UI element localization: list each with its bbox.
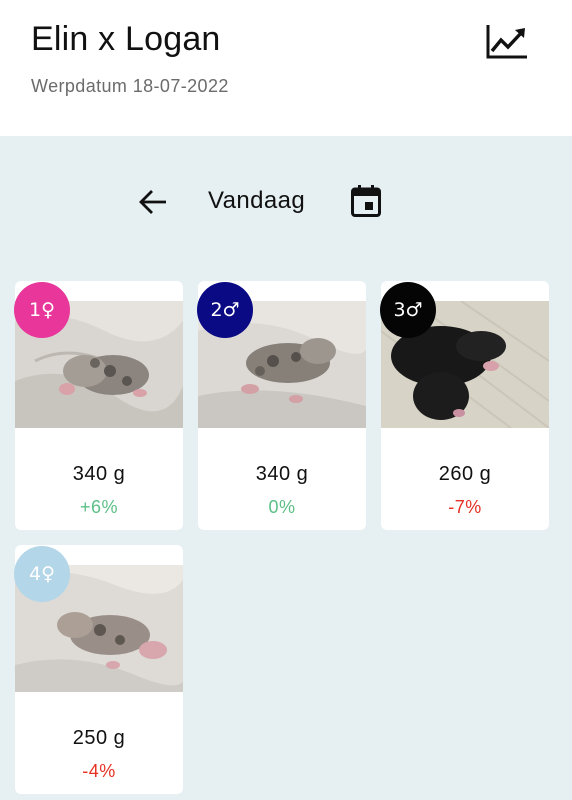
header: Elin x Logan Werpdatum 18-07-2022 bbox=[0, 0, 572, 136]
weight-change: -4% bbox=[82, 761, 116, 781]
calendar-button[interactable] bbox=[348, 182, 384, 220]
date-navigator: Vandaag bbox=[0, 176, 572, 226]
chart-button[interactable] bbox=[484, 22, 530, 62]
page-title: Elin x Logan bbox=[31, 20, 221, 58]
puppy-number-badge: 2♂ bbox=[197, 282, 253, 338]
puppy-number-badge: 3♂ bbox=[380, 282, 436, 338]
puppy-number-badge: 4♀ bbox=[14, 546, 70, 602]
previous-day-button[interactable] bbox=[136, 185, 170, 219]
puppy-weight: 340 g bbox=[72, 463, 126, 485]
litter-date: Werpdatum 18-07-2022 bbox=[31, 76, 229, 96]
weight-change: 0% bbox=[268, 497, 296, 517]
date-label: Vandaag bbox=[208, 187, 306, 214]
puppy-weight: 260 g bbox=[438, 463, 492, 485]
calendar-icon bbox=[351, 185, 381, 217]
puppy-card-3[interactable]: 3♂ 260 g -7% bbox=[380, 281, 549, 530]
weight-change: +6% bbox=[79, 497, 119, 517]
puppy-card-4[interactable]: 4♀ 250 g -4% bbox=[14, 545, 183, 794]
chart-line-icon bbox=[486, 25, 527, 59]
puppy-card-2[interactable]: 2♂ 340 g 0% bbox=[197, 281, 366, 530]
puppy-number-badge: 1♀ bbox=[14, 282, 70, 338]
puppy-weight: 340 g bbox=[255, 463, 309, 485]
arrow-left-icon bbox=[139, 190, 166, 214]
puppy-card-1[interactable]: 1♀ 340 g +6% bbox=[14, 281, 183, 530]
puppy-weight: 250 g bbox=[72, 727, 126, 749]
weight-change: -7% bbox=[448, 497, 482, 517]
